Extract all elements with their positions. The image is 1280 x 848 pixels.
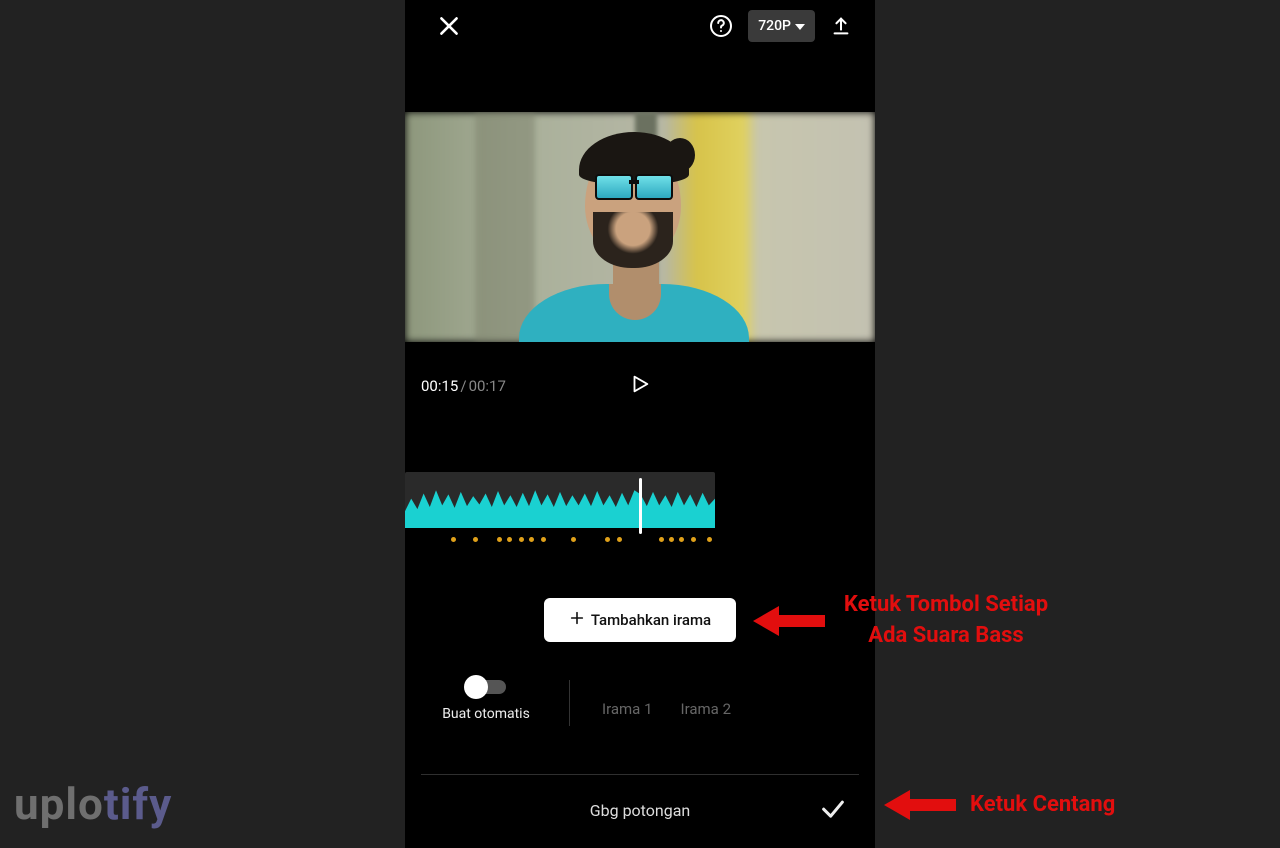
editor-screen: 720P 00:15 / 00:17 xyxy=(405,0,875,848)
beat-marker xyxy=(707,537,712,542)
annotation-arrow-check xyxy=(884,790,956,820)
play-icon[interactable] xyxy=(629,373,651,399)
footer-bar: Gbg potongan xyxy=(405,788,875,832)
annotation-text-check: Ketuk Centang xyxy=(970,790,1115,821)
close-icon[interactable] xyxy=(435,12,463,40)
beat-marker xyxy=(541,537,546,542)
beat-preset-1[interactable]: Irama 1 xyxy=(588,694,667,724)
divider xyxy=(421,774,859,775)
beat-marker xyxy=(617,537,622,542)
time-current: 00:15 xyxy=(421,377,458,395)
chevron-down-icon xyxy=(795,18,805,34)
beat-preset-2[interactable]: Irama 2 xyxy=(667,694,746,724)
auto-toggle-label: Buat otomatis xyxy=(442,706,530,722)
beat-marker xyxy=(605,537,610,542)
beat-marker xyxy=(473,537,478,542)
beat-marker xyxy=(571,537,576,542)
footer-title: Gbg potongan xyxy=(590,801,691,820)
resolution-button[interactable]: 720P xyxy=(748,10,815,42)
export-icon[interactable] xyxy=(829,14,853,38)
time-total: 00:17 xyxy=(469,377,506,395)
beat-marker xyxy=(529,537,534,542)
video-preview: 00:15 / 00:17 xyxy=(405,112,875,430)
add-beat-label: Tambahkan irama xyxy=(591,611,711,629)
beat-markers xyxy=(441,535,721,545)
beat-controls: Buat otomatis Irama 1 Irama 2 xyxy=(405,680,875,726)
beat-marker xyxy=(451,537,456,542)
resolution-label: 720P xyxy=(758,18,791,34)
add-beat-button[interactable]: Tambahkan irama xyxy=(544,598,736,642)
time-separator: / xyxy=(460,377,466,395)
watermark: uplotify xyxy=(14,778,172,830)
beat-marker xyxy=(497,537,502,542)
top-bar: 720P xyxy=(405,0,875,52)
video-frame[interactable] xyxy=(405,112,875,342)
beat-marker xyxy=(691,537,696,542)
plus-icon xyxy=(569,610,585,630)
beat-marker xyxy=(679,537,684,542)
beat-marker xyxy=(659,537,664,542)
auto-toggle[interactable] xyxy=(466,680,506,694)
confirm-check-icon[interactable] xyxy=(819,794,847,826)
beat-marker xyxy=(519,537,524,542)
audio-waveform[interactable] xyxy=(405,472,875,552)
help-icon[interactable] xyxy=(708,13,734,39)
playhead[interactable] xyxy=(639,478,642,534)
beat-marker xyxy=(507,537,512,542)
playback-bar: 00:15 / 00:17 xyxy=(405,342,875,430)
beat-marker xyxy=(669,537,674,542)
